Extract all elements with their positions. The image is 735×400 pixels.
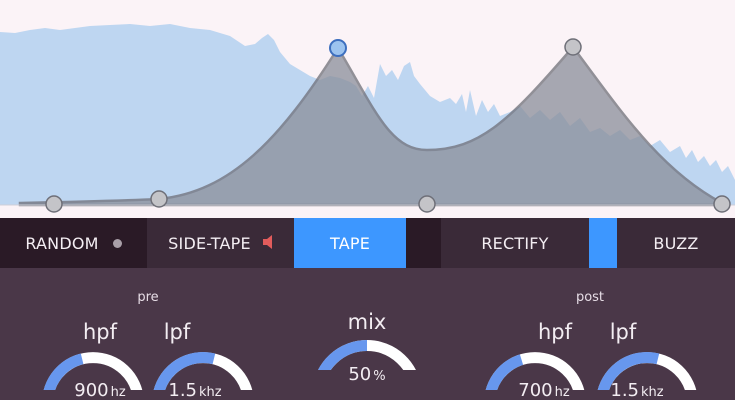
pre-group-label: pre (137, 290, 159, 305)
mix-label: mix (347, 310, 387, 334)
eq-node-1[interactable] (45, 195, 63, 213)
mode-rectify-label: RECTIFY (481, 233, 549, 253)
eq-node-3-selected[interactable] (329, 39, 347, 57)
pre-hpf-value: 900 hz (74, 380, 126, 400)
pre-lpf-value: 1.5 khz (168, 380, 222, 400)
speaker-icon (262, 234, 273, 253)
post-hpf-value: 700 hz (518, 380, 570, 400)
pre-lpf-label: lpf (163, 320, 191, 344)
eq-curve-display[interactable] (0, 0, 735, 218)
filter-controls: pre post hpf lpf mix hpf lpf 900 hz 1.5 kh… (0, 268, 735, 400)
mode-side-tape-button[interactable]: SIDE-TAPE (147, 218, 294, 268)
eq-node-2[interactable] (150, 190, 168, 208)
mode-separator (406, 218, 441, 268)
eq-node-6[interactable] (713, 195, 731, 213)
post-group-label: post (575, 290, 605, 305)
mode-buzz-label: BUZZ (653, 233, 699, 253)
mode-buzz-button[interactable]: BUZZ (617, 218, 735, 268)
mode-tape-button[interactable]: TAPE (294, 218, 406, 268)
pre-hpf-label: hpf (82, 320, 118, 344)
dot-icon (112, 238, 122, 248)
mode-random-label: RANDOM (25, 233, 99, 253)
mode-indicator (589, 218, 617, 268)
post-lpf-label: lpf (609, 320, 637, 344)
eq-node-4[interactable] (418, 195, 436, 213)
mode-random-button[interactable]: RANDOM (0, 218, 147, 268)
post-lpf-value: 1.5 khz (610, 380, 664, 400)
eq-node-5[interactable] (564, 38, 582, 56)
distortion-plugin: RANDOM SIDE-TAPE TAPE RECTIFY BUZZ pre p… (0, 0, 735, 400)
mode-bar: RANDOM SIDE-TAPE TAPE RECTIFY BUZZ (0, 218, 735, 268)
post-hpf-label: hpf (537, 320, 573, 344)
mode-rectify-button[interactable]: RECTIFY (441, 218, 589, 268)
mode-side-tape-label: SIDE-TAPE (168, 233, 251, 253)
mix-value: 50% (348, 364, 386, 385)
mode-tape-label: TAPE (329, 233, 371, 253)
